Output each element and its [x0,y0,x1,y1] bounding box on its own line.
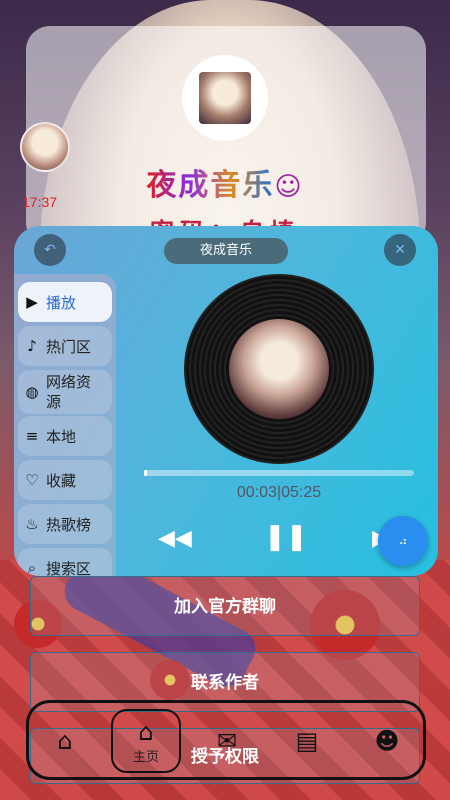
player-title: 夜成音乐 [164,238,288,264]
join-group-button[interactable]: 加入官方群聊 [30,576,420,636]
current-time: 00:03 [236,484,277,501]
duration: 05:25 [281,484,322,501]
menu-item-favorites[interactable]: ♡ 收藏 [18,460,112,500]
home-icon[interactable]: ⌂ [43,719,87,763]
menu-item-label: 搜索区 [46,559,92,577]
search-icon: ⌕ [27,559,37,576]
menu-item-network[interactable]: ◍ 网络资源 [18,370,112,414]
mail-icon[interactable]: ✉ [205,719,249,763]
heart-icon: ♡ [25,471,39,489]
menu-item-label: 播放 [46,293,77,312]
music-note-icon: ♪ [27,337,37,355]
logo-image [199,72,251,124]
menu-item-label: 热门区 [46,337,92,356]
face-icon[interactable]: ☻ [365,719,409,763]
nav-home-label: 主页 [132,749,159,765]
menu-item-label: 网络资源 [46,373,92,411]
fire-icon: ♨ [25,515,39,533]
progress-fill [144,470,147,476]
pause-icon[interactable]: ❚❚ [264,522,308,552]
menu-item-search[interactable]: ⌕ 搜索区 [18,548,112,576]
album-art [229,319,329,419]
bottom-nav: ⌂ ⌂ 主页 ✉ ▤ ☻ [26,700,426,780]
home-icon: ⌂ [138,717,154,746]
back-icon[interactable]: ↶ [34,234,66,266]
rewind-icon[interactable]: ◀◀ [158,526,192,551]
nav-home[interactable]: ⌂ 主页 [111,709,181,773]
menu-item-label: 本地 [46,427,77,446]
smile-icon: ☺ [274,172,304,202]
floating-avatar[interactable] [20,122,70,172]
menu-item-chart[interactable]: ♨ 热歌榜 [18,504,112,544]
side-menu: ▶ 播放 ♪ 热门区 ◍ 网络资源 ≡ 本地 ♡ 收藏 ♨ 热歌榜 ⌕ 搜索区 [14,274,116,576]
play-icon: ▶ [26,293,38,311]
time-readout: 00:03|05:25 [236,484,322,501]
app-title: 夜成音乐☺ [0,160,450,204]
globe-icon: ◍ [25,383,39,401]
menu-item-label: 收藏 [46,471,77,490]
document-icon[interactable]: ▤ [285,719,329,763]
progress-bar[interactable] [144,470,414,476]
floating-action-button[interactable]: ⠴ [378,516,428,566]
list-icon: ≡ [25,427,39,445]
menu-item-label: 热歌榜 [46,515,92,534]
clock-text: 17:37 [22,194,58,210]
close-icon[interactable]: ✕ [384,234,416,266]
app-logo[interactable] [182,55,268,141]
vinyl-disc[interactable] [184,274,374,464]
menu-item-hot[interactable]: ♪ 热门区 [18,326,112,366]
menu-item-play[interactable]: ▶ 播放 [18,282,112,322]
player-panel: ↶ 夜成音乐 ✕ ▶ 播放 ♪ 热门区 ◍ 网络资源 ≡ 本地 ♡ 收藏 ♨ 热歌榜 ⌕ 搜索… [14,226,438,576]
app-title-text: 夜成音乐 [146,168,275,203]
menu-item-local[interactable]: ≡ 本地 [18,416,112,456]
